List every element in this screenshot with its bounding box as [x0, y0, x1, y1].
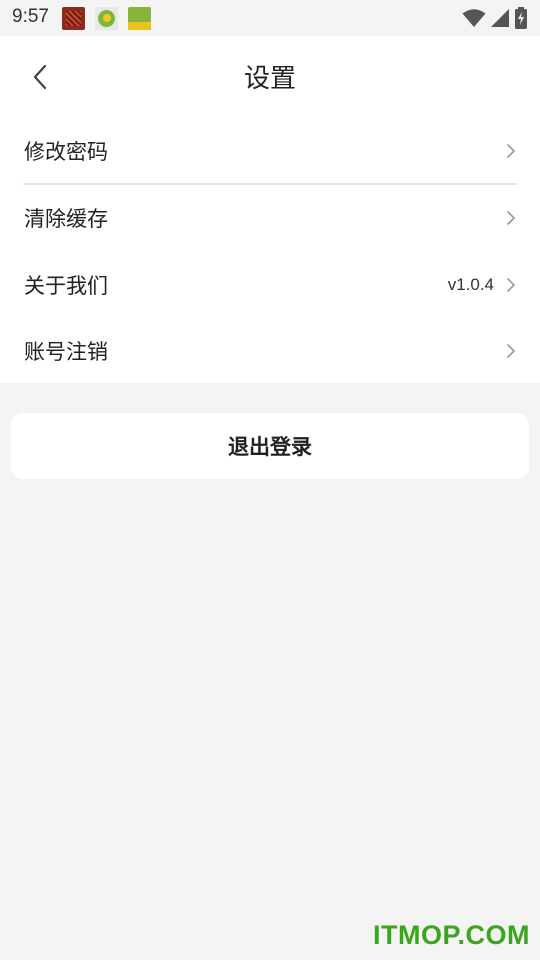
menu-item-label: 关于我们: [24, 274, 108, 298]
version-value: v1.0.4: [447, 275, 494, 294]
logout-button[interactable]: 退出登录: [11, 413, 529, 479]
menu-item-label: 清除缓存: [24, 207, 108, 231]
chevron-right-icon: [507, 211, 515, 225]
status-icons: [462, 6, 528, 30]
menu-item-clear-cache[interactable]: 清除缓存: [0, 185, 540, 251]
app-notification-icon: [62, 7, 85, 30]
menu-item-label: 账号注销: [24, 340, 108, 364]
battery-charging-icon: [515, 7, 527, 29]
page-title: 设置: [243, 64, 296, 94]
watermark: ITMOP.COM: [372, 920, 530, 950]
status-bar: 9:57: [0, 0, 540, 36]
signal-icon: [491, 9, 509, 27]
status-time: 9:57: [12, 6, 49, 27]
app-notification-icon: [95, 7, 118, 30]
chevron-right-icon: [507, 278, 515, 292]
menu-item-change-password[interactable]: 修改密码: [0, 118, 540, 184]
wifi-icon: [462, 9, 486, 27]
app-notification-icon: [128, 7, 151, 30]
header: 设置: [0, 36, 540, 118]
chevron-right-icon: [507, 344, 515, 358]
settings-menu: 修改密码 清除缓存 关于我们 v1.0.4 账号注销: [0, 118, 540, 383]
menu-item-about-us[interactable]: 关于我们 v1.0.4: [0, 252, 540, 318]
logout-label: 退出登录: [228, 435, 312, 459]
menu-item-delete-account[interactable]: 账号注销: [0, 318, 540, 384]
chevron-right-icon: [507, 144, 515, 158]
menu-item-label: 修改密码: [24, 140, 108, 164]
